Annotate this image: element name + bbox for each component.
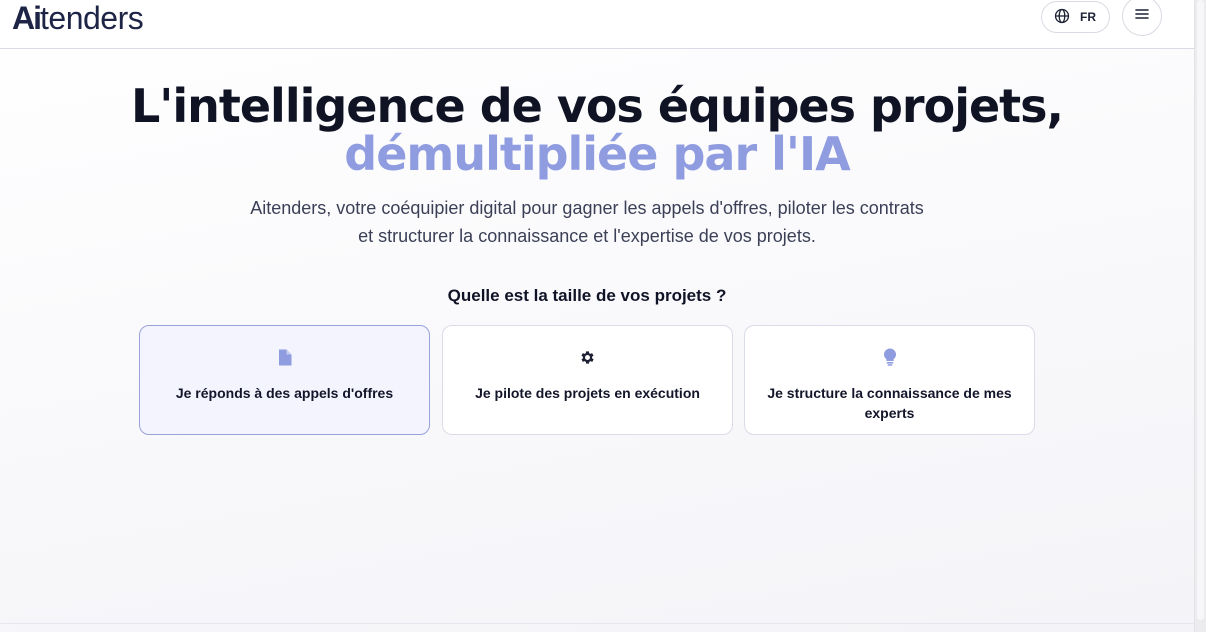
- globe-icon: [1054, 8, 1070, 27]
- scrollbar-thumb[interactable]: [1197, 0, 1204, 620]
- lightbulb-icon: [883, 348, 897, 366]
- vertical-scrollbar[interactable]: [1194, 0, 1206, 632]
- option-card-projects[interactable]: Je pilote des projets en exécution: [442, 325, 733, 435]
- option-label: Je réponds à des appels d'offres: [175, 385, 394, 401]
- page: Ai tenders FR L'intelligence de vos équi…: [0, 0, 1194, 632]
- document-icon: [278, 348, 292, 366]
- hamburger-menu-icon: [1135, 7, 1149, 25]
- logo-wordmark: tenders: [40, 0, 144, 36]
- gear-icon: [579, 348, 596, 366]
- hero-title-line2: démultipliée par l'IA: [344, 127, 850, 181]
- project-size-question: Quelle est la taille de vos projets ?: [447, 286, 727, 305]
- hero-title-line1: L'intelligence de vos équipes projets,: [130, 79, 1064, 133]
- option-label: Je pilote des projets en exécution: [475, 385, 700, 401]
- hero-subtitle: Aitenders, votre coéquipier digital pour…: [250, 198, 924, 246]
- menu-button[interactable]: [1122, 0, 1162, 36]
- option-label: Je structure la connaissance de mes expe…: [767, 385, 1012, 421]
- option-card-knowledge[interactable]: Je structure la connaissance de mes expe…: [744, 325, 1035, 435]
- section-divider: [0, 623, 1194, 624]
- top-header: Ai tenders FR: [0, 0, 1194, 49]
- language-selector-button[interactable]: FR: [1041, 1, 1110, 33]
- logo[interactable]: Ai tenders: [12, 0, 144, 36]
- language-label: FR: [1080, 10, 1096, 24]
- logo-mark: Ai: [12, 0, 42, 36]
- option-card-tenders[interactable]: Je réponds à des appels d'offres: [139, 325, 430, 435]
